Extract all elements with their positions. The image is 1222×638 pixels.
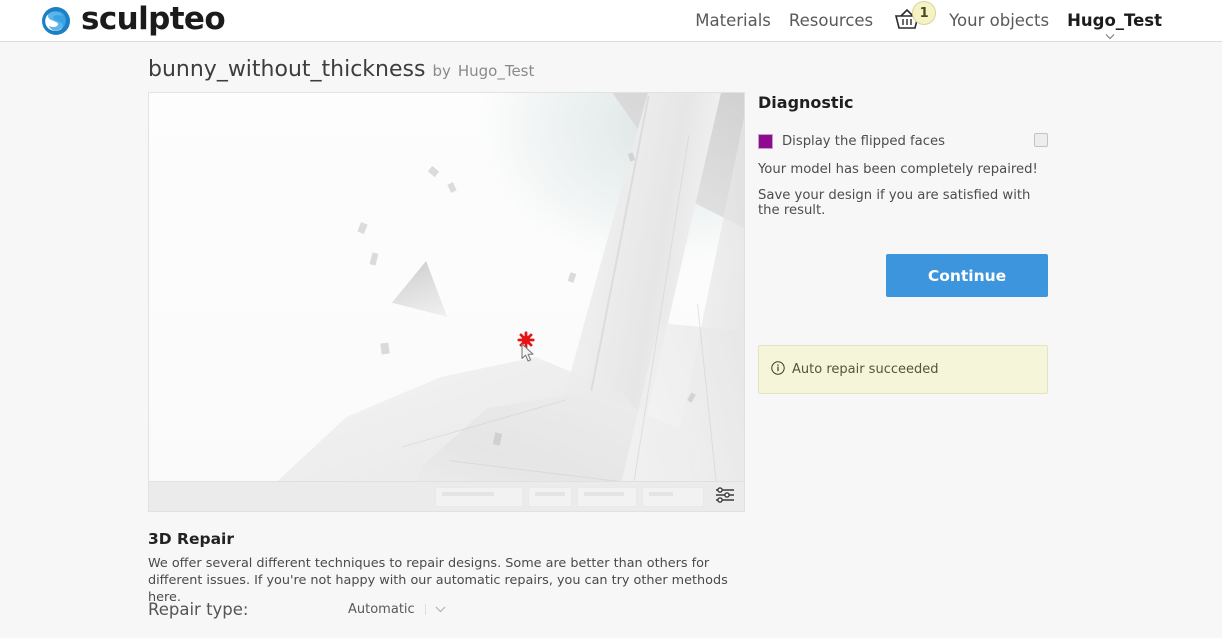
sculpteo-logo[interactable]: sculpteo: [40, 1, 226, 41]
chevron-down-icon: [1105, 34, 1115, 40]
flipped-faces-row: Display the flipped faces: [758, 130, 1048, 152]
model-facet: [531, 93, 724, 511]
by-label: by: [432, 62, 451, 80]
viewer-tool-button[interactable]: [435, 486, 523, 507]
model-owner: Hugo_Test: [457, 62, 535, 80]
model-artifact: [567, 272, 577, 283]
viewer-toolbar[interactable]: [149, 481, 744, 511]
repair-heading: 3D Repair: [148, 530, 235, 548]
model-artifact: [380, 342, 390, 355]
viewer-tool-button[interactable]: [577, 486, 637, 507]
click-star-icon: [517, 331, 535, 349]
model-artifact: [427, 165, 440, 178]
status-alert: Auto repair succeeded: [758, 345, 1048, 394]
brand-name: sculpteo: [81, 1, 226, 37]
nav-your-objects[interactable]: Your objects: [940, 0, 1058, 42]
repair-type-label: Repair type:: [148, 600, 249, 619]
cursor-arrow-icon: [521, 343, 535, 363]
viewer-settings-button[interactable]: [712, 485, 738, 509]
diagnostic-panel: Diagnostic Display the flipped faces You…: [758, 93, 1048, 394]
model-facet: [659, 93, 744, 511]
continue-button[interactable]: Continue: [886, 254, 1048, 297]
model-artifact: [492, 432, 503, 446]
sculpteo-s-logo-icon: [40, 5, 72, 37]
status-alert-text: Auto repair succeeded: [792, 362, 939, 377]
repair-type-select[interactable]: Automatic: [348, 596, 454, 623]
viewer-tool-button[interactable]: [528, 486, 572, 507]
model-edge: [402, 399, 566, 448]
model-facet: [392, 261, 447, 317]
repair-type-row: Repair type: Automatic: [148, 596, 568, 623]
model-artifact: [369, 252, 379, 266]
model-facet: [608, 93, 744, 243]
page-title: bunny_without_thickness by Hugo_Test: [148, 57, 534, 82]
basket-button[interactable]: 1: [892, 0, 938, 42]
repair-type-value: Automatic: [348, 602, 415, 617]
viewer-tool-button[interactable]: [642, 486, 704, 507]
model-canvas[interactable]: [149, 93, 744, 511]
nav-user-menu[interactable]: Hugo_Test: [1058, 0, 1162, 42]
nav-resources[interactable]: Resources: [780, 0, 882, 42]
sliders-icon: [715, 486, 735, 508]
chevron-down-icon: [424, 604, 454, 615]
model-edge: [696, 303, 723, 511]
flipped-faces-label: Display the flipped faces: [782, 133, 945, 149]
repair-status-line-2: Save your design if you are satisfied wi…: [758, 188, 1031, 218]
flipped-faces-color-swatch: [758, 133, 773, 149]
continue-button-wrapper: Continue: [758, 254, 1048, 297]
site-header: sculpteo Materials Resources 1 Your obje…: [0, 0, 1222, 42]
repair-status-line-1: Your model has been completely repaired!: [758, 162, 1038, 177]
info-circle-icon: [771, 360, 785, 379]
nav-materials[interactable]: Materials: [686, 0, 780, 42]
model-artifact: [447, 182, 457, 193]
model-artifact: [687, 392, 696, 403]
basket-count-badge: 1: [912, 1, 937, 25]
diagnostic-heading: Diagnostic: [758, 93, 854, 112]
model-name: bunny_without_thickness: [148, 57, 426, 82]
user-name-label: Hugo_Test: [1067, 11, 1162, 30]
model-artifact: [627, 152, 636, 162]
model-edge: [633, 135, 690, 481]
model-viewer[interactable]: [148, 92, 745, 512]
main-nav: Materials Resources 1 Your objects Hugo_…: [686, 0, 1162, 42]
model-artifact: [357, 222, 368, 234]
model-edge: [590, 95, 650, 391]
flipped-faces-checkbox[interactable]: [1034, 133, 1048, 147]
